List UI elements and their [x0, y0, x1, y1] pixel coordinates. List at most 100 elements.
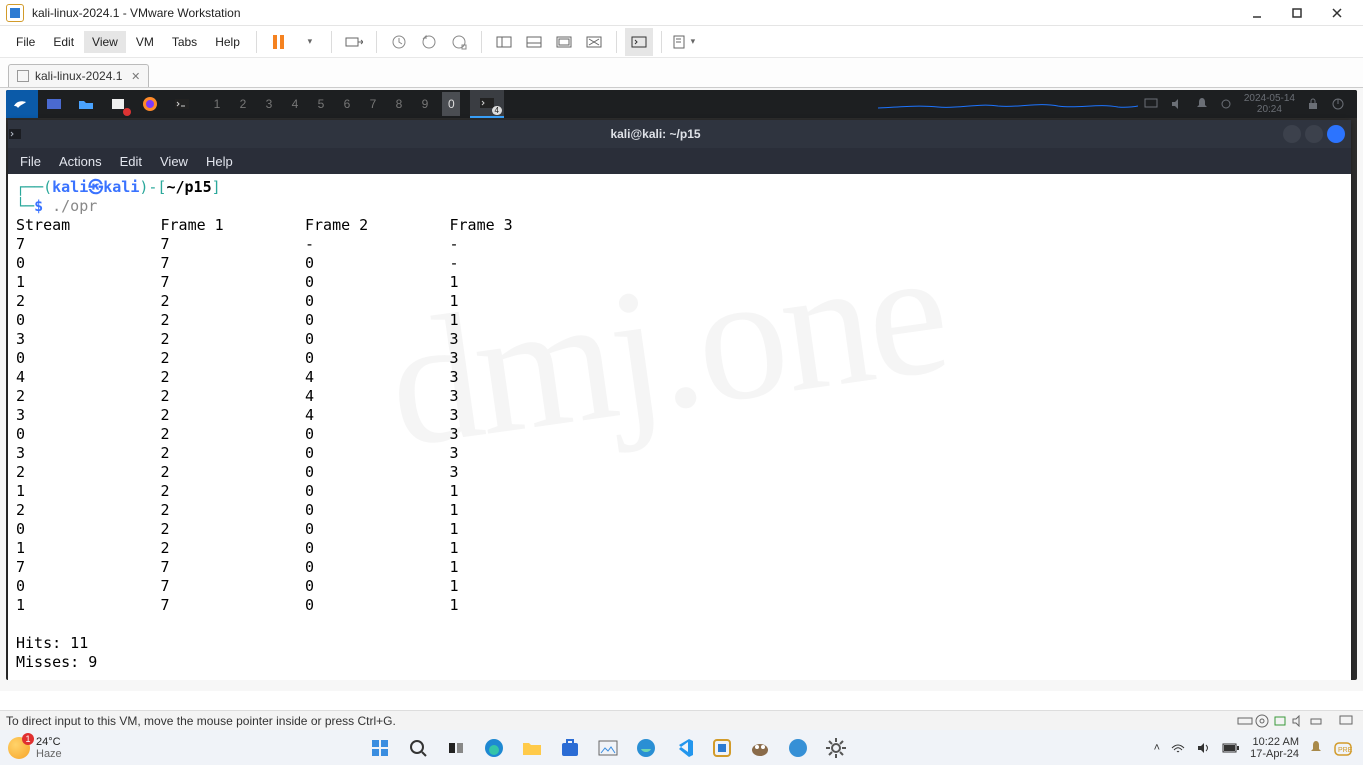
workspace-2[interactable]: 2 — [234, 97, 252, 111]
term-menu-edit[interactable]: Edit — [120, 154, 142, 169]
explorer-button[interactable] — [519, 735, 545, 761]
terminal-icon — [8, 128, 32, 140]
settings-button[interactable]: ▾ — [670, 28, 698, 56]
terminal-body[interactable]: dmj.one ┌──(kali㉿kali)-[~/p15] └─$ ./opr… — [8, 174, 1351, 680]
show-desktop-button[interactable] — [38, 90, 70, 118]
menu-file[interactable]: File — [8, 31, 43, 53]
menu-edit[interactable]: Edit — [45, 31, 82, 53]
separator — [331, 31, 332, 53]
term-close-button[interactable] — [1327, 125, 1345, 143]
revert-button[interactable] — [415, 28, 443, 56]
start-button[interactable] — [367, 735, 393, 761]
close-button[interactable] — [1317, 2, 1357, 24]
term-menu-actions[interactable]: Actions — [59, 154, 102, 169]
updater-button[interactable] — [102, 90, 134, 118]
unity-button[interactable] — [580, 28, 608, 56]
menu-vm[interactable]: VM — [128, 31, 162, 53]
edge-button[interactable] — [481, 735, 507, 761]
workspace-7[interactable]: 7 — [364, 97, 382, 111]
layout-side-button[interactable] — [490, 28, 518, 56]
separator — [661, 31, 662, 53]
manage-snapshots-button[interactable] — [445, 28, 473, 56]
task-view-button[interactable] — [443, 735, 469, 761]
taskbar-center — [62, 735, 1154, 761]
lock-icon[interactable] — [1307, 97, 1319, 111]
wifi-icon[interactable] — [1170, 742, 1186, 754]
vm-display[interactable]: 1234567890 4 2024-05-1420:24 — [0, 88, 1363, 691]
term-menu-view[interactable]: View — [160, 154, 188, 169]
maximize-button[interactable] — [1277, 2, 1317, 24]
workspace-1[interactable]: 1 — [208, 97, 226, 111]
fullscreen-button[interactable] — [550, 28, 578, 56]
layout-bottom-button[interactable] — [520, 28, 548, 56]
power-icon[interactable] — [1331, 97, 1345, 111]
store-button[interactable] — [557, 735, 583, 761]
terminal-menubar: File Actions Edit View Help — [8, 148, 1351, 174]
guest-clock[interactable]: 2024-05-1420:24 — [1244, 93, 1295, 115]
display-icon[interactable] — [1144, 98, 1158, 110]
copilot-icon[interactable]: PRE — [1333, 739, 1353, 757]
workspace-0[interactable]: 0 — [442, 92, 460, 116]
cd-icon[interactable] — [1255, 714, 1273, 728]
gimp-button[interactable] — [747, 735, 773, 761]
sound-icon[interactable] — [1291, 715, 1309, 727]
pause-dropdown[interactable]: ▾ — [295, 28, 323, 56]
snapshot-button[interactable] — [385, 28, 413, 56]
weather-icon — [8, 737, 30, 759]
guest-screen[interactable]: 1234567890 4 2024-05-1420:24 — [6, 90, 1357, 680]
battery-icon[interactable] — [1222, 742, 1240, 754]
hdd-icon[interactable] — [1237, 715, 1255, 727]
term-menu-help[interactable]: Help — [206, 154, 233, 169]
close-icon[interactable]: ✕ — [131, 70, 140, 83]
workspace-3[interactable]: 3 — [260, 97, 278, 111]
terminal-window[interactable]: kali@kali: ~/p15 File Actions Edit View Help… — [8, 120, 1351, 680]
terminal-titlebar[interactable]: kali@kali: ~/p15 — [8, 120, 1351, 148]
menu-help[interactable]: Help — [207, 31, 248, 53]
term-menu-file[interactable]: File — [20, 154, 41, 169]
host-volume-icon[interactable] — [1196, 742, 1212, 754]
volume-icon[interactable] — [1170, 98, 1184, 110]
network-icon[interactable] — [1220, 98, 1232, 110]
file-manager-button[interactable] — [70, 90, 102, 118]
pause-button[interactable] — [265, 28, 293, 56]
firefox-button[interactable] — [134, 90, 166, 118]
bell-icon[interactable] — [1196, 97, 1208, 111]
edge-dev-button[interactable] — [633, 735, 659, 761]
workspace-6[interactable]: 6 — [338, 97, 356, 111]
vscode-button[interactable] — [671, 735, 697, 761]
workspace-5[interactable]: 5 — [312, 97, 330, 111]
separator — [256, 31, 257, 53]
taskbar-terminal[interactable]: 4 — [470, 90, 504, 118]
separator — [616, 31, 617, 53]
status-hint: To direct input to this VM, move the mou… — [6, 714, 396, 728]
search-button[interactable] — [405, 735, 431, 761]
vm-tab[interactable]: kali-linux-2024.1 ✕ — [8, 64, 149, 87]
terminal-launcher-button[interactable] — [166, 90, 198, 118]
network-adapter-icon[interactable] — [1273, 715, 1291, 727]
workspace-8[interactable]: 8 — [390, 97, 408, 111]
minimize-button[interactable] — [1237, 2, 1277, 24]
host-bell-icon[interactable] — [1309, 740, 1323, 756]
host-clock[interactable]: 10:22 AM17-Apr-24 — [1250, 736, 1299, 760]
workspace-9[interactable]: 9 — [416, 97, 434, 111]
message-log-icon[interactable] — [1339, 715, 1357, 727]
kali-menu-button[interactable] — [6, 90, 38, 118]
separator — [481, 31, 482, 53]
menubar: File Edit View VM Tabs Help ▾ ▾ — [0, 26, 1363, 58]
tray-overflow-icon[interactable]: ˄ — [1154, 742, 1160, 754]
send-keys-button[interactable] — [340, 28, 368, 56]
term-maximize-button[interactable] — [1305, 125, 1323, 143]
menu-view[interactable]: View — [84, 31, 126, 53]
term-minimize-button[interactable] — [1283, 125, 1301, 143]
weather-widget[interactable]: 24°CHaze — [0, 736, 62, 760]
printer-icon[interactable] — [1309, 715, 1327, 727]
vmware-button[interactable] — [709, 735, 735, 761]
menu-tabs[interactable]: Tabs — [164, 31, 205, 53]
window-title: kali-linux-2024.1 - VMware Workstation — [32, 6, 241, 20]
photos-button[interactable] — [595, 735, 621, 761]
workspace-4[interactable]: 4 — [286, 97, 304, 111]
edge-alt-button[interactable] — [785, 735, 811, 761]
console-button[interactable] — [625, 28, 653, 56]
svg-text:PRE: PRE — [1338, 747, 1353, 754]
settings-taskbar-button[interactable] — [823, 735, 849, 761]
